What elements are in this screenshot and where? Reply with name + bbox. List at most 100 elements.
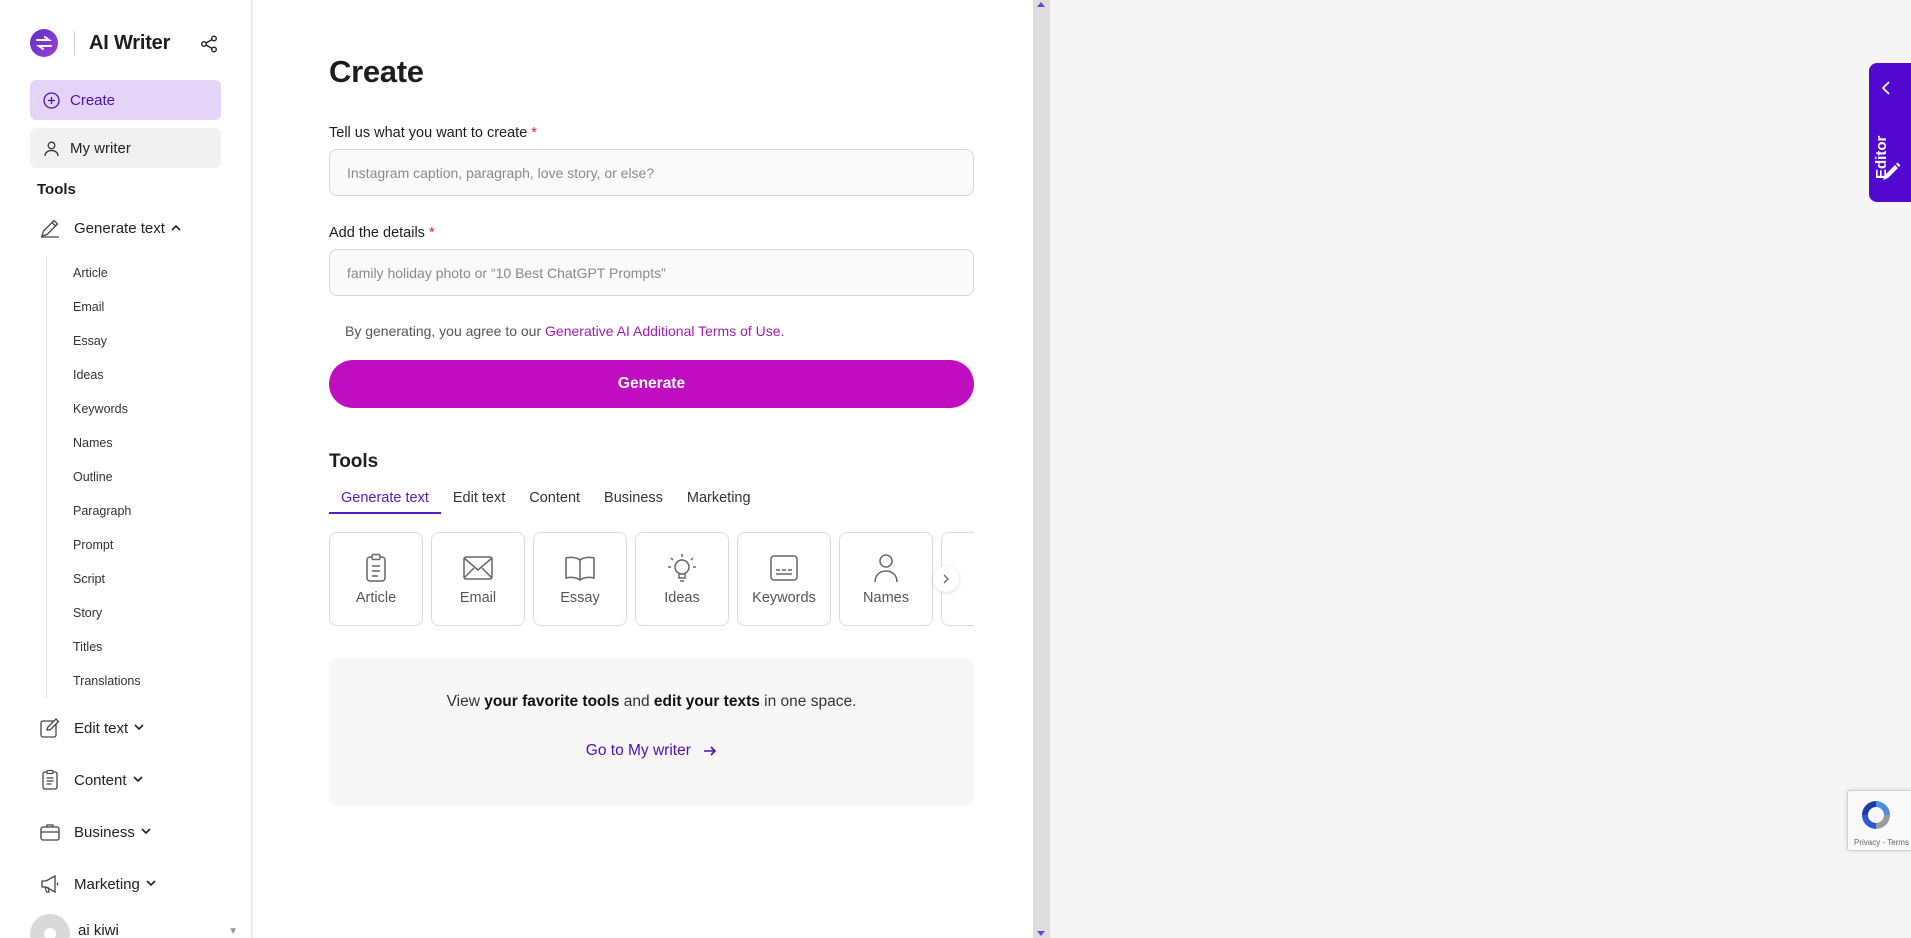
sidebar-category-label: Content [74, 771, 127, 789]
book-icon [564, 552, 596, 584]
share-icon[interactable] [198, 33, 220, 55]
sidebar-category-label: Marketing [74, 875, 140, 893]
brand: AI Writer [30, 28, 170, 58]
tool-card-email[interactable]: Email [431, 532, 525, 626]
briefcase-icon [38, 820, 62, 844]
tools-tabs: Generate text Edit text Content Business… [329, 490, 763, 514]
page-title: Create [329, 54, 424, 89]
terms-notice: By generating, you agree to our Generati… [345, 323, 785, 339]
pencil-icon [38, 216, 62, 240]
tool-cards: Article Email Essay Ideas Keywords Names… [329, 532, 974, 626]
sidebar-item-outline[interactable]: Outline [47, 460, 226, 494]
sidebar-category-generate-text[interactable]: Generate text [38, 215, 181, 241]
tab-generate-text[interactable]: Generate text [329, 490, 441, 514]
recaptcha-icon [1862, 801, 1890, 829]
my-writer-label: My writer [70, 139, 131, 157]
cards-next-button[interactable] [933, 566, 959, 592]
my-writer-promo: View your favorite tools and edit your t… [329, 658, 974, 806]
sidebar-item-names[interactable]: Names [47, 426, 226, 460]
tab-content[interactable]: Content [517, 490, 592, 514]
tool-card-essay[interactable]: Essay [533, 532, 627, 626]
sidebar-item-ideas[interactable]: Ideas [47, 358, 226, 392]
user-name: ai kiwi [78, 921, 119, 938]
user-menu[interactable]: ai kiwi ▼ [30, 914, 238, 938]
chevron-down-icon [134, 723, 144, 734]
keyboard-icon [768, 552, 800, 584]
tool-card-label: Essay [560, 590, 600, 606]
tab-business[interactable]: Business [592, 490, 675, 514]
sidebar-tools-heading: Tools [37, 181, 76, 198]
sidebar-item-prompt[interactable]: Prompt [47, 528, 226, 562]
my-writer-button[interactable]: My writer [30, 128, 221, 168]
sidebar-category-edit-text[interactable]: Edit text [38, 715, 144, 741]
sidebar-item-story[interactable]: Story [47, 596, 226, 630]
create-input[interactable] [329, 149, 974, 196]
generate-text-submenu: Article Email Essay Ideas Keywords Names… [46, 256, 226, 698]
envelope-icon [462, 552, 494, 584]
chevron-right-icon [943, 574, 949, 584]
required-marker: * [531, 125, 537, 141]
details-field-label: Add the details * [329, 225, 435, 241]
chevron-left-icon [1881, 81, 1890, 95]
app-logo[interactable] [30, 29, 58, 57]
recaptcha-links[interactable]: Privacy - Terms [1854, 838, 1909, 847]
tool-card-article[interactable]: Article [329, 532, 423, 626]
tool-card-keywords[interactable]: Keywords [737, 532, 831, 626]
avatar [30, 914, 70, 938]
create-button-label: Create [70, 91, 116, 109]
sidebar-category-label: Edit text [74, 719, 129, 737]
scroll-down-icon[interactable] [1037, 931, 1045, 936]
terms-link[interactable]: Generative AI Additional Terms of Use. [545, 323, 784, 339]
sidebar-category-label: Generate text [74, 219, 165, 237]
lightbulb-icon [666, 552, 698, 584]
tool-card-names[interactable]: Names [839, 532, 933, 626]
chevron-down-icon [132, 775, 143, 786]
required-marker: * [428, 225, 435, 241]
recaptcha-badge[interactable]: Privacy - Terms [1847, 790, 1911, 851]
tab-edit-text[interactable]: Edit text [441, 490, 517, 514]
sidebar-category-label: Business [74, 823, 135, 841]
scroll-up-icon[interactable] [1037, 2, 1045, 7]
tool-card-label: Email [459, 590, 497, 606]
create-button[interactable]: Create [30, 80, 221, 120]
sidebar-category-content[interactable]: Content [38, 767, 143, 793]
main-panel: Create Tell us what you want to create * … [253, 0, 1033, 938]
tool-card-label: Names [863, 590, 909, 606]
chevron-down-icon [146, 879, 156, 890]
main-scrollbar[interactable] [1033, 0, 1050, 938]
app-title: AI Writer [89, 31, 171, 54]
chevron-down-icon [141, 827, 151, 838]
sidebar-item-paragraph[interactable]: Paragraph [47, 494, 226, 528]
generate-button[interactable]: Generate [329, 360, 974, 408]
sidebar-item-email[interactable]: Email [47, 290, 226, 324]
editor-toggle-tab[interactable]: Editor [1869, 63, 1911, 202]
tool-card-ideas[interactable]: Ideas [635, 532, 729, 626]
details-input[interactable] [329, 249, 974, 296]
sidebar-item-essay[interactable]: Essay [47, 324, 226, 358]
clipboard-icon [360, 552, 392, 584]
sidebar-item-titles[interactable]: Titles [47, 630, 226, 664]
brand-divider [74, 31, 75, 55]
sidebar: AI Writer Create My writer Tools Generat… [0, 0, 252, 938]
sidebar-item-translations[interactable]: Translations [47, 664, 226, 698]
clipboard-icon [38, 768, 62, 792]
tab-marketing[interactable]: Marketing [675, 490, 763, 514]
arrow-right-icon [704, 746, 717, 756]
sidebar-category-marketing[interactable]: Marketing [38, 871, 156, 897]
tool-card-label: Ideas [664, 590, 700, 606]
tool-card-label: Keywords [752, 590, 816, 606]
go-to-my-writer-link[interactable]: Go to My writer [329, 742, 974, 760]
chevron-up-icon [171, 223, 181, 234]
person-icon [870, 552, 902, 584]
caret-down-icon: ▼ [228, 926, 238, 937]
sidebar-item-keywords[interactable]: Keywords [47, 392, 226, 426]
create-field-label: Tell us what you want to create * [329, 125, 537, 141]
sidebar-item-script[interactable]: Script [47, 562, 226, 596]
tools-heading: Tools [329, 451, 379, 472]
sidebar-category-business[interactable]: Business [38, 819, 151, 845]
promo-text: View your favorite tools and edit your t… [446, 693, 857, 710]
plus-circle-icon [43, 91, 60, 109]
sidebar-item-article[interactable]: Article [47, 256, 226, 290]
megaphone-icon [38, 872, 62, 896]
edit-icon [38, 716, 62, 740]
